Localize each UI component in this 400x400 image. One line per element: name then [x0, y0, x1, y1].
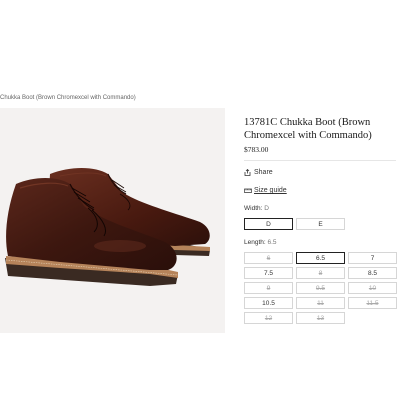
length-option-10-5[interactable]: 10.5: [244, 297, 293, 309]
length-option-9-5[interactable]: 9.5: [296, 282, 345, 294]
width-option-label: D: [266, 220, 271, 228]
width-selected-value: D: [264, 205, 269, 212]
width-label-text: Width:: [244, 205, 263, 212]
length-option-8-5[interactable]: 8.5: [348, 267, 397, 279]
length-option-label: 13: [316, 314, 325, 322]
length-option-11-5[interactable]: 11.5: [348, 297, 397, 309]
product-title: 13781C Chukka Boot (Brown Chromexcel wit…: [244, 117, 372, 141]
share-button[interactable]: Share: [244, 168, 273, 176]
share-label: Share: [254, 169, 273, 176]
length-option-label: 11: [317, 299, 324, 307]
chukka-boots-illustration: [5, 168, 210, 286]
width-option-D[interactable]: D: [244, 218, 293, 230]
size-guide-link[interactable]: Size guide: [244, 187, 287, 194]
length-option-6[interactable]: 6: [244, 252, 293, 264]
size-guide-label: Size guide: [254, 187, 287, 194]
length-option-label: 9.5: [315, 284, 326, 292]
length-option-label: 12: [264, 314, 273, 322]
length-option-7-5[interactable]: 7.5: [244, 267, 293, 279]
product-price: $783.00: [244, 145, 269, 154]
divider: [244, 160, 396, 161]
length-option-label: 7: [370, 254, 375, 262]
length-option-6-5[interactable]: 6.5: [296, 252, 345, 264]
length-option-8[interactable]: 8: [296, 267, 345, 279]
product-image: [0, 108, 225, 333]
width-label: Width: D: [244, 205, 269, 212]
length-option-11[interactable]: 11: [296, 297, 345, 309]
width-option-E[interactable]: E: [296, 218, 345, 230]
length-option-12[interactable]: 12: [244, 312, 293, 324]
length-option-label: 6.5: [315, 254, 326, 262]
ruler-icon: [244, 187, 252, 194]
length-option-9[interactable]: 9: [244, 282, 293, 294]
length-label-text: Length:: [244, 239, 266, 246]
length-option-label: 6: [266, 254, 271, 262]
length-option-10[interactable]: 10: [348, 282, 397, 294]
length-option-13[interactable]: 13: [296, 312, 345, 324]
length-option-label: 11.5: [366, 299, 379, 307]
length-option-label: 8: [318, 269, 323, 277]
length-option-label: 9: [266, 284, 271, 292]
width-option-label: E: [318, 220, 323, 228]
length-option-label: 10: [368, 284, 377, 292]
length-option-label: 10.5: [262, 299, 275, 307]
breadcrumb: Chukka Boot (Brown Chromexcel with Comma…: [0, 95, 136, 101]
length-label: Length: 6.5: [244, 239, 277, 246]
length-option-7[interactable]: 7: [348, 252, 397, 264]
length-selected-value: 6.5: [267, 239, 277, 246]
length-option-label: 7.5: [263, 269, 274, 277]
share-icon: [244, 168, 251, 176]
length-option-label: 8.5: [367, 269, 378, 277]
